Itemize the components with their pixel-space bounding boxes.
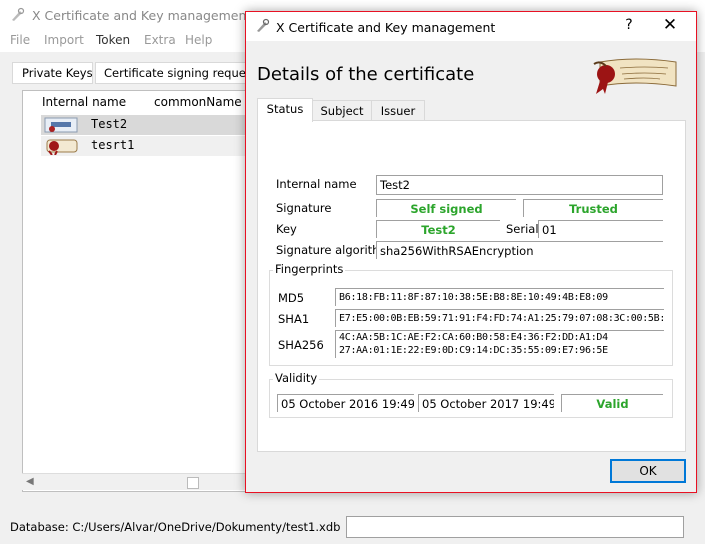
certificate-list[interactable]: Internal name commonName Test2 tesrt1 [22,90,250,492]
status-tab-panel: Internal name Test2 Signature Self signe… [257,120,686,452]
row-name: tesrt1 [91,138,135,152]
sha256-label: SHA256 [278,338,324,352]
status-bar: Database: C:/Users/Alvar/OneDrive/Dokume… [0,512,705,544]
scroll-thumb[interactable] [187,477,199,489]
serial-value: 01 [538,220,663,238]
tab-issuer[interactable]: Issuer [371,100,425,121]
certificate-icon [46,139,78,155]
trusted-value: Trusted [523,199,663,217]
app-icon [12,7,25,21]
dialog-title: X Certificate and Key management [276,20,496,35]
internal-name-field[interactable]: Test2 [376,175,663,195]
key-value: Test2 [376,220,500,238]
menu-token[interactable]: Token [96,33,130,47]
key-label: Key [276,222,297,236]
certificate-scroll-icon [593,58,677,94]
sha1-label: SHA1 [278,312,310,326]
column-internal-name[interactable]: Internal name [42,95,126,109]
sha256-value: 4C:AA:5B:1C:AE:F2:CA:60:B0:58:E4:36:F2:D… [335,330,664,358]
menu-file[interactable]: File [10,33,30,47]
validity-state: Valid [561,394,663,412]
help-button[interactable]: ? [619,17,639,33]
menu-import[interactable]: Import [44,33,84,47]
row-name: Test2 [91,117,128,131]
column-common-name[interactable]: commonName [154,95,242,109]
signature-algorithm-label: Signature algorithm [276,243,391,257]
internal-name-label: Internal name [276,177,357,191]
database-path: Database: C:/Users/Alvar/OneDrive/Dokume… [10,520,341,534]
validity-group: Validity 05 October 2016 19:49:00 05 Oct… [269,371,673,418]
sha256-line-2: 27:AA:01:1E:22:E9:0D:C9:14:DC:35:55:09:E… [339,345,608,356]
certificate-icon [44,117,78,133]
fingerprints-title: Fingerprints [273,262,346,276]
app-icon [257,18,270,32]
menu-help[interactable]: Help [185,33,212,47]
validity-title: Validity [273,371,320,385]
menu-extra[interactable]: Extra [144,33,176,47]
tab-subject[interactable]: Subject [312,100,372,121]
sha256-line-1: 4C:AA:5B:1C:AE:F2:CA:60:B0:58:E4:36:F2:D… [339,332,608,343]
list-item[interactable]: Test2 [41,115,249,135]
status-box [346,516,684,538]
serial-label: Serial [506,222,539,236]
dialog-heading: Details of the certificate [257,64,475,85]
tab-status[interactable]: Status [257,98,313,122]
valid-from-value: 05 October 2016 19:49:00 [277,394,414,412]
md5-value: B6:18:FB:11:8F:87:10:38:5E:B8:8E:10:49:4… [335,288,664,306]
close-button[interactable]: ✕ [660,15,680,35]
signature-algorithm-value: sha256WithRSAEncryption [376,241,663,259]
list-item[interactable]: tesrt1 [41,136,249,156]
signature-value: Self signed [376,199,516,217]
valid-to-value: 05 October 2017 19:49:00 [418,394,554,412]
tab-private-keys[interactable]: Private Keys [12,62,93,84]
main-window-title: X Certificate and Key management [32,8,252,23]
ok-button[interactable]: OK [610,459,686,483]
fingerprints-group: Fingerprints MD5 B6:18:FB:11:8F:87:10:38… [269,262,673,366]
certificate-details-dialog: X Certificate and Key management ? ✕ Det… [245,11,697,493]
signature-label: Signature [276,201,332,215]
md5-label: MD5 [278,291,305,305]
horizontal-scrollbar[interactable]: ◀ [22,473,248,490]
scroll-left-icon[interactable]: ◀ [26,476,34,487]
sha1-value: E7:E5:00:0B:EB:59:71:91:F4:FD:74:A1:25:7… [335,309,664,327]
dialog-titlebar: X Certificate and Key management ? ✕ [246,12,696,41]
